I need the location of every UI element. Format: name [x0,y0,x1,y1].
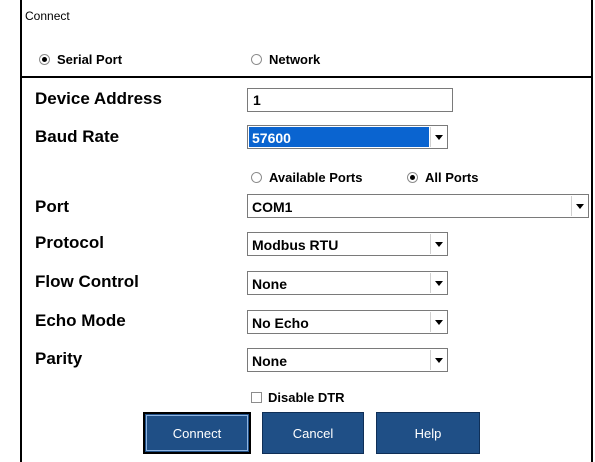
chevron-down-icon[interactable] [430,234,446,254]
parity-label: Parity [35,349,83,368]
flow-control-select[interactable]: None [247,271,448,295]
chevron-down-icon[interactable] [430,350,446,370]
dialog-title: Connect [25,9,70,23]
parity-value: None [252,353,287,369]
all-ports-label: All Ports [425,170,479,185]
echo-mode-value: No Echo [252,315,309,331]
device-address-value: 1 [253,92,261,108]
connect-dialog: Connect Serial Port Network Device Addre… [20,0,593,462]
disable-dtr-label: Disable DTR [268,390,345,405]
section-divider [22,76,593,78]
network-radio[interactable]: Network [251,52,320,67]
protocol-select[interactable]: Modbus RTU [247,232,448,256]
protocol-value: Modbus RTU [252,237,339,253]
radio-selected-icon [407,172,418,183]
flow-control-value: None [252,276,287,292]
checkbox-unchecked-icon [251,392,262,403]
disable-dtr-checkbox[interactable]: Disable DTR [251,390,345,405]
serial-port-label: Serial Port [57,52,123,67]
baud-rate-label: Baud Rate [35,127,120,146]
help-button[interactable]: Help [376,412,480,454]
device-address-input[interactable]: 1 [247,88,453,112]
available-ports-label: Available Ports [269,170,363,185]
radio-unselected-icon [251,54,262,65]
echo-mode-label: Echo Mode [35,311,126,330]
flow-control-label: Flow Control [35,272,139,291]
connect-button[interactable]: Connect [143,412,251,454]
chevron-down-icon[interactable] [571,196,587,216]
port-label: Port [35,197,69,216]
echo-mode-select[interactable]: No Echo [247,310,448,334]
serial-port-radio[interactable]: Serial Port [39,52,122,67]
port-value: COM1 [252,199,293,215]
chevron-down-icon[interactable] [430,312,446,332]
port-select[interactable]: COM1 [247,194,589,218]
radio-unselected-icon [251,172,262,183]
radio-selected-icon [39,54,50,65]
chevron-down-icon[interactable] [430,127,446,147]
all-ports-radio[interactable]: All Ports [407,170,478,185]
network-label: Network [269,52,321,67]
baud-rate-select[interactable]: 57600 [247,125,448,149]
baud-rate-value: 57600 [249,127,429,147]
device-address-label: Device Address [35,89,162,108]
cancel-button[interactable]: Cancel [262,412,364,454]
chevron-down-icon[interactable] [430,273,446,293]
available-ports-radio[interactable]: Available Ports [251,170,362,185]
protocol-label: Protocol [35,233,104,252]
parity-select[interactable]: None [247,348,448,372]
